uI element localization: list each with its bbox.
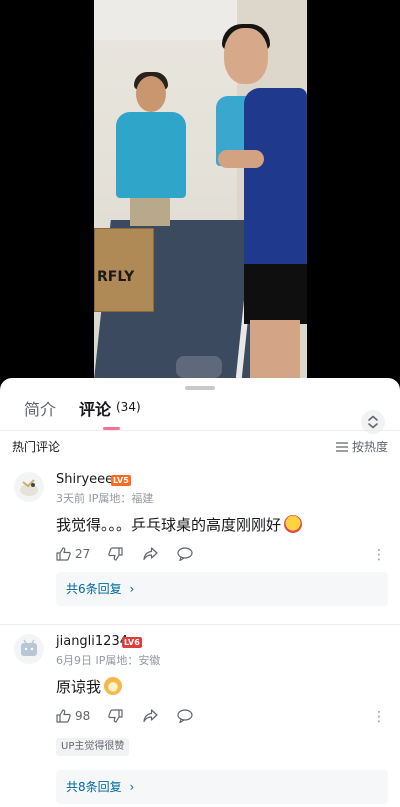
level-badge: LV6 <box>122 637 142 648</box>
tab-bar: 简介 评论 (34) <box>0 394 400 434</box>
replies-label: 共6条回复 <box>66 582 122 596</box>
expand-icon <box>368 415 378 429</box>
bilibili-watermark-icon <box>176 356 222 378</box>
like-icon <box>56 709 71 723</box>
emoji-icon <box>284 515 303 533</box>
sort-icon <box>335 441 348 452</box>
reply-button[interactable] <box>177 547 193 561</box>
ball-box: RFLY <box>94 228 154 312</box>
avatar[interactable] <box>14 472 44 502</box>
like-button[interactable]: 98 <box>56 709 90 723</box>
hot-comments-title: 热门评论 <box>12 440 61 454</box>
comment-actions: 27 ⋮ <box>56 547 386 565</box>
like-count: 27 <box>75 547 91 561</box>
tab-intro[interactable]: 简介 <box>24 396 56 420</box>
emoji-icon <box>104 677 123 695</box>
share-icon <box>143 709 158 723</box>
dislike-button[interactable] <box>108 547 123 561</box>
share-icon <box>143 547 158 561</box>
comment-panel: 简介 评论 (34) 热门评论 按热度 Shiryeee LV5 3天前 IP属… <box>0 378 400 807</box>
reply-icon <box>177 547 193 561</box>
share-button[interactable] <box>143 709 158 723</box>
tab-comments[interactable]: 评论 <box>79 396 111 420</box>
reply-button[interactable] <box>177 709 193 723</box>
dislike-button[interactable] <box>108 709 123 723</box>
comment-meta: 3天前 IP属地：福建 <box>56 492 154 505</box>
chevron-right-icon: › <box>129 582 135 596</box>
up-liked-tag: UP主觉得很赞 <box>56 738 130 756</box>
chevron-right-icon: › <box>129 780 135 794</box>
username[interactable]: Shiryeee <box>56 472 113 487</box>
dislike-icon <box>108 709 123 723</box>
view-replies-link[interactable]: 共8条回复 › <box>56 770 388 804</box>
replies-label: 共8条回复 <box>66 780 122 794</box>
like-count: 98 <box>75 709 91 723</box>
comment-text: 原谅我 <box>56 676 123 697</box>
sort-label: 按热度 <box>351 440 388 454</box>
reply-icon <box>177 709 193 723</box>
sort-button[interactable]: 按热度 <box>335 438 388 455</box>
like-icon <box>56 547 71 561</box>
level-badge: LV5 <box>111 475 131 486</box>
like-button[interactable]: 27 <box>56 547 90 561</box>
comment-text: 我觉得。。。乒乓球桌的高度刚刚好 <box>56 514 303 535</box>
drag-handle[interactable] <box>185 386 215 390</box>
view-replies-link[interactable]: 共6条回复 › <box>56 572 388 606</box>
comment-actions: 98 ⋮ <box>56 709 386 727</box>
video-player[interactable]: RFLY <box>0 0 400 380</box>
comment-count: (34) <box>116 400 141 414</box>
video-frame: RFLY <box>94 0 307 380</box>
dislike-icon <box>108 547 123 561</box>
more-icon[interactable]: ⋮ <box>372 547 386 563</box>
username[interactable]: jiangli1234 <box>56 634 128 649</box>
more-icon[interactable]: ⋮ <box>372 709 386 725</box>
avatar[interactable] <box>14 634 44 664</box>
comment-meta: 6月9日 IP属地：安徽 <box>56 654 161 667</box>
share-button[interactable] <box>143 547 158 561</box>
